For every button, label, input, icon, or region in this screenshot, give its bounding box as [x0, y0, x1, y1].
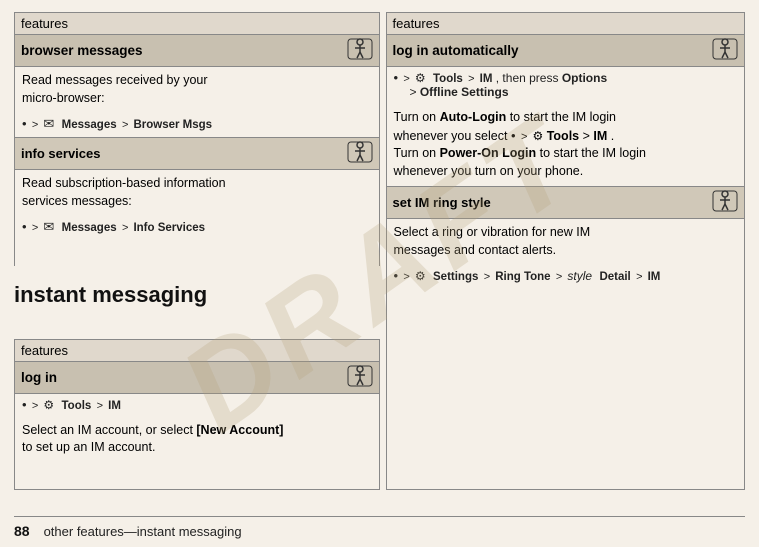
instant-messaging-title: instant messaging [14, 282, 380, 308]
page-footer: 88 other features—instant messaging [14, 516, 745, 539]
page-layout: features browser messages Read messages … [0, 0, 759, 490]
log-in-auto-content: Turn on Auto-Login to start the IM login… [387, 104, 745, 186]
right-table: features log in automatically • > ⚙ [386, 12, 746, 490]
log-in-content: Select an IM account, or select [New Acc… [15, 417, 379, 463]
log-in-auto-header: log in automatically [387, 35, 745, 67]
left-top-table: features browser messages Read messages … [14, 12, 380, 266]
footer-text: other features—instant messaging [44, 524, 242, 539]
log-in-header: log in [15, 362, 379, 394]
left-bottom-header: features [15, 340, 379, 362]
browser-messages-content: Read messages received by your micro-bro… [15, 67, 379, 113]
left-top-header: features [15, 13, 379, 35]
info-services-header: info services [15, 137, 379, 170]
browser-messages-nav: • > ✉ Messages > Browser Msgs [15, 113, 379, 137]
im-ring-style-header: set IM ring style [387, 186, 745, 219]
accessibility-icon-3 [347, 365, 373, 390]
accessibility-icon-2 [347, 141, 373, 166]
info-services-content: Read subscription-based information serv… [15, 170, 379, 216]
im-ring-style-content: Select a ring or vibration for new IM me… [387, 219, 745, 265]
browser-messages-header: browser messages [15, 35, 379, 67]
log-in-auto-nav: • > ⚙ Tools > IM , then press Options > … [387, 67, 745, 104]
instant-messaging-heading-area: instant messaging [14, 266, 380, 338]
page-number: 88 [14, 523, 30, 539]
im-ring-style-nav: • > ⚙ Settings > Ring Tone > style Detai… [387, 265, 745, 288]
accessibility-icon-5 [712, 190, 738, 215]
accessibility-icon-4 [712, 38, 738, 63]
accessibility-icon-1 [347, 38, 373, 63]
right-header: features [387, 13, 745, 35]
log-in-nav: • > ⚙ Tools > IM [15, 394, 379, 417]
left-bottom-table: features log in • > ⚙ Tools > [14, 339, 380, 490]
info-services-nav: • > ✉ Messages > Info Services [15, 216, 379, 240]
